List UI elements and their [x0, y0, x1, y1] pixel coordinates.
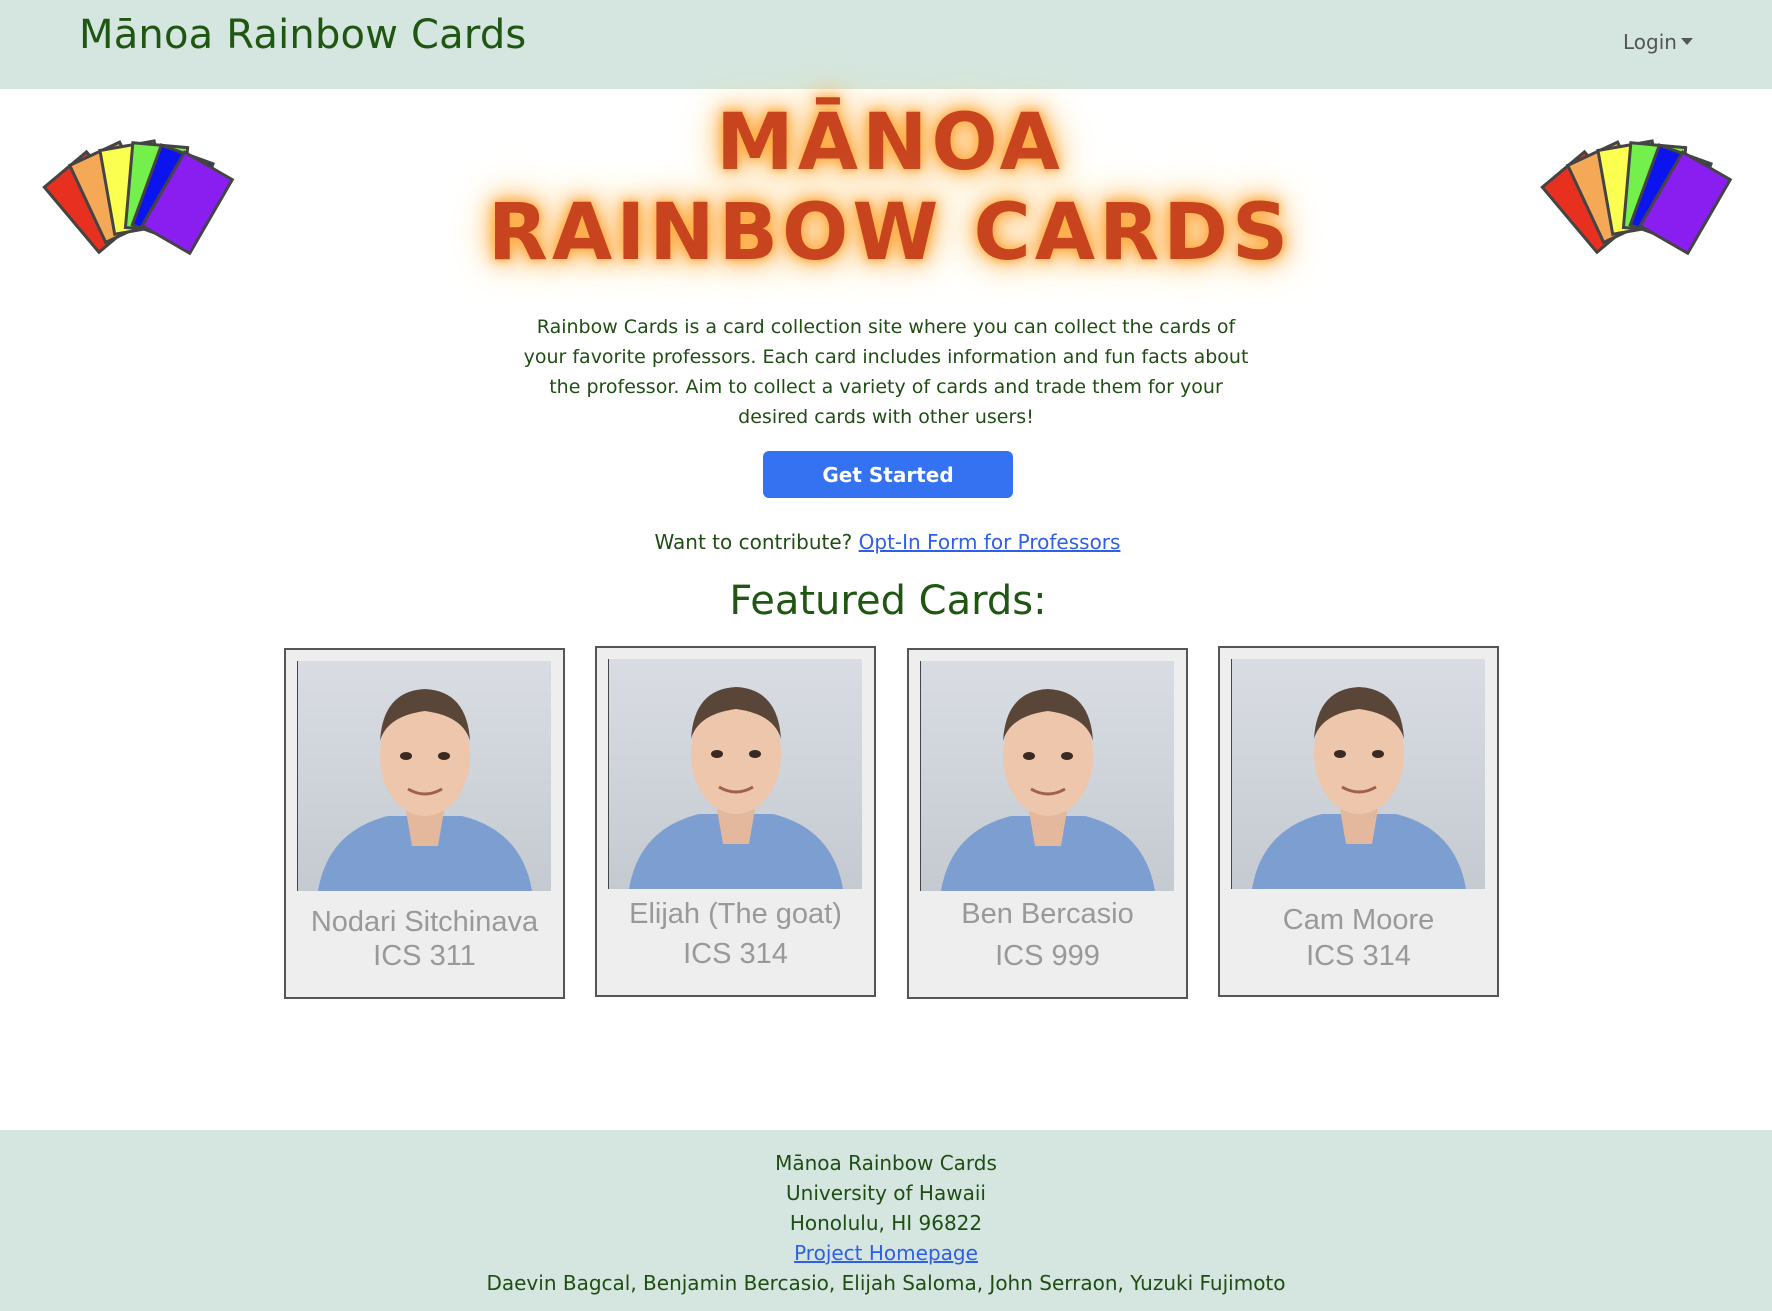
featured-card[interactable]: Elijah (The goat) ICS 314 — [595, 646, 876, 997]
card-course: ICS 314 — [1306, 940, 1411, 972]
featured-card[interactable]: Cam Moore ICS 314 — [1218, 646, 1499, 997]
featured-cards-heading: Featured Cards: — [729, 578, 1047, 624]
footer-authors: Daevin Bagcal, Benjamin Bercasio, Elijah… — [486, 1271, 1286, 1295]
card-course: ICS 311 — [373, 940, 476, 972]
card-name: Ben Bercasio — [961, 898, 1134, 930]
card-name: Nodari Sitchinava — [310, 906, 539, 938]
login-label[interactable]: Login — [1623, 30, 1677, 54]
site-description: Rainbow Cards is a card collection site … — [523, 316, 1249, 428]
footer-site-name: Mānoa Rainbow Cards — [775, 1151, 997, 1175]
footer-address: Honolulu, HI 96822 — [789, 1211, 983, 1235]
hero-title-line1: MĀNOA — [716, 98, 1064, 188]
professor-photo — [920, 661, 1174, 891]
hero-title: MĀNOA RAINBOW CARDS — [430, 98, 1350, 278]
contribute-text: Want to contribute? — [654, 530, 853, 554]
card-name: Cam Moore — [1282, 904, 1435, 936]
footer: Mānoa Rainbow Cards University of Hawaii… — [0, 1130, 1772, 1311]
project-homepage-link[interactable]: Project Homepage — [794, 1241, 978, 1265]
login-dropdown[interactable]: Login — [1623, 30, 1693, 54]
card-name: Elijah (The goat) — [629, 898, 842, 930]
card-course: ICS 999 — [995, 940, 1100, 972]
footer-link-row: Project Homepage — [0, 1241, 1772, 1265]
professor-photo — [608, 659, 862, 889]
footer-university: University of Hawaii — [786, 1181, 986, 1205]
rainbow-cards-fan-icon — [1540, 139, 1733, 256]
opt-in-form-link[interactable]: Opt-In Form for Professors — [859, 530, 1121, 554]
card-course: ICS 314 — [683, 938, 788, 970]
rainbow-cards-fan-icon — [42, 139, 235, 256]
featured-card[interactable]: Ben Bercasio ICS 999 — [907, 648, 1188, 999]
professor-photo — [1231, 659, 1485, 889]
get-started-button[interactable]: Get Started — [763, 451, 1013, 498]
brand-title[interactable]: Mānoa Rainbow Cards — [79, 12, 526, 58]
featured-card[interactable]: Nodari Sitchinava ICS 311 — [284, 648, 565, 999]
hero-title-line2: RAINBOW CARDS — [487, 188, 1293, 278]
navbar: Mānoa Rainbow Cards Login — [0, 0, 1772, 89]
professor-photo — [297, 661, 551, 891]
caret-down-icon — [1680, 38, 1693, 45]
contribute-line: Want to contribute? Opt-In Form for Prof… — [560, 530, 1215, 554]
